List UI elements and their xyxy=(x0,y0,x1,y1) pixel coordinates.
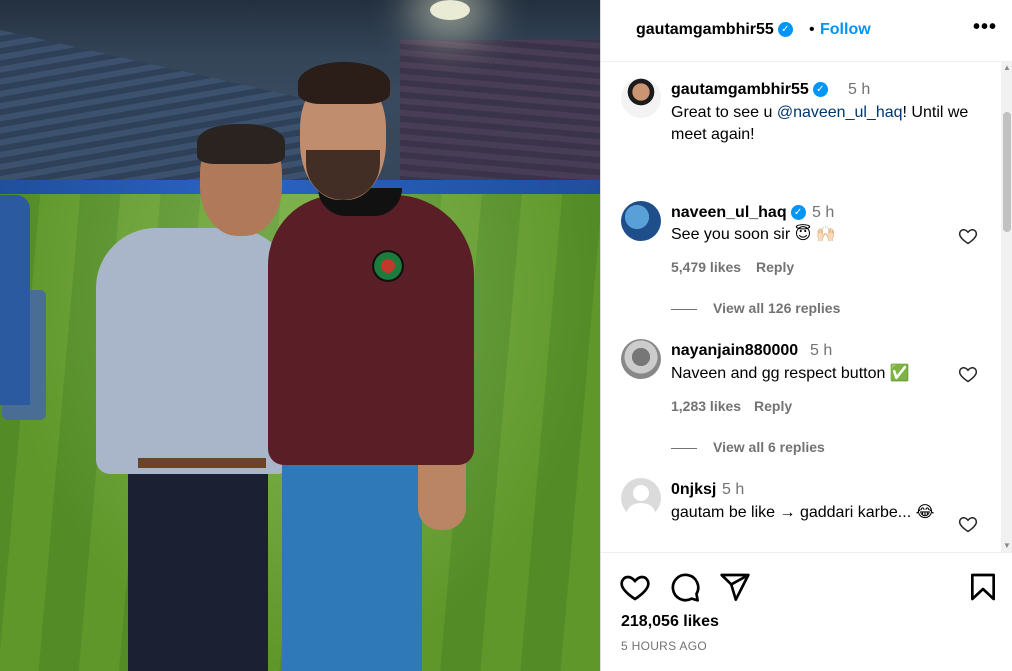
comment-time: 5 h xyxy=(722,481,745,498)
comments-list[interactable]: gautamgambhir55 ✓ 5 h Great to see u @nav… xyxy=(601,62,1001,552)
bystander xyxy=(0,195,30,405)
caption-text: Great to see u @naveen_ul_haq! Until we … xyxy=(671,102,971,146)
default-avatar[interactable] xyxy=(621,478,661,518)
comment-username[interactable]: naveen_ul_haq xyxy=(671,204,787,221)
post-header: gautamgambhir55 ✓ • Follow ••• xyxy=(601,0,1012,62)
verified-badge-icon: ✓ xyxy=(777,22,793,38)
stadium-stand-right xyxy=(400,40,600,200)
comment-text: gautam be like → gaddari karbe... 😂 xyxy=(671,504,935,521)
post-author-name[interactable]: gautamgambhir55 xyxy=(636,21,774,38)
person-left-hair xyxy=(197,124,285,164)
share-icon[interactable] xyxy=(719,571,751,603)
comments-scrollbar[interactable]: ▲ ▼ xyxy=(1001,62,1012,552)
post-time[interactable]: 5 HOURS AGO xyxy=(621,639,707,653)
heart-icon[interactable] xyxy=(958,514,978,534)
comment-text: Naveen and gg respect button ✅ xyxy=(671,365,910,382)
comment-icon[interactable] xyxy=(669,571,701,603)
verified-badge-icon: ✓ xyxy=(812,82,828,98)
jersey-badge xyxy=(372,250,404,282)
person-right-hair xyxy=(298,62,390,104)
reply-button[interactable]: Reply xyxy=(754,398,792,414)
comment-text: See you soon sir 😇 🙌🏻 xyxy=(671,226,836,243)
person-left-shirt xyxy=(96,228,292,474)
comment-time: 5 h xyxy=(848,81,871,98)
person-left-belt xyxy=(138,458,266,468)
follow-button[interactable]: Follow xyxy=(820,21,871,39)
naveen-avatar[interactable] xyxy=(621,201,661,241)
comment-likes[interactable]: 5,479 likes xyxy=(671,259,741,275)
scrollbar-thumb[interactable] xyxy=(1003,112,1011,232)
scroll-down-arrow-icon[interactable]: ▼ xyxy=(1003,542,1011,550)
bookmark-icon[interactable] xyxy=(967,571,999,603)
heart-icon[interactable] xyxy=(958,226,978,246)
person-left-trousers xyxy=(128,455,268,671)
heart-icon[interactable] xyxy=(619,571,651,603)
comment-user[interactable]: gautamgambhir55 ✓ xyxy=(671,81,828,99)
view-replies-button[interactable]: View all 126 replies xyxy=(671,300,840,316)
more-options-icon[interactable]: ••• xyxy=(973,16,997,39)
post-detail-panel: gautamgambhir55 ✓ • Follow ••• gautamgamb… xyxy=(600,0,1012,671)
comment-user[interactable]: naveen_ul_haq ✓ xyxy=(671,204,806,222)
caption-text-part: Great to see u xyxy=(671,104,777,121)
verified-badge-icon: ✓ xyxy=(790,205,806,221)
nayan-avatar[interactable] xyxy=(621,339,661,379)
person-right-trousers xyxy=(282,440,422,671)
comment-time: 5 h xyxy=(812,204,835,221)
advertising-boards xyxy=(0,180,600,194)
view-replies-button[interactable]: View all 6 replies xyxy=(671,439,825,455)
gautam-avatar[interactable] xyxy=(621,78,661,118)
reply-button[interactable]: Reply xyxy=(756,259,794,275)
like-count[interactable]: 218,056 likes xyxy=(621,613,719,631)
comment-time: 5 h xyxy=(810,342,833,359)
post-author[interactable]: gautamgambhir55 ✓ xyxy=(636,21,793,39)
person-right-jersey xyxy=(268,195,474,465)
floodlight xyxy=(430,0,470,20)
scroll-up-arrow-icon[interactable]: ▲ xyxy=(1003,64,1011,72)
post-photo[interactable] xyxy=(0,0,600,671)
comment-username[interactable]: nayanjain880000 xyxy=(671,342,798,360)
comment-likes[interactable]: 1,283 likes xyxy=(671,398,741,414)
comment-username[interactable]: 0njksj xyxy=(671,481,716,499)
comment-username[interactable]: gautamgambhir55 xyxy=(671,81,809,98)
separator-dot: • xyxy=(809,21,815,38)
heart-icon[interactable] xyxy=(958,364,978,384)
mention-link[interactable]: @naveen_ul_haq xyxy=(777,104,903,121)
action-bar: 218,056 likes 5 HOURS AGO xyxy=(601,552,1012,671)
